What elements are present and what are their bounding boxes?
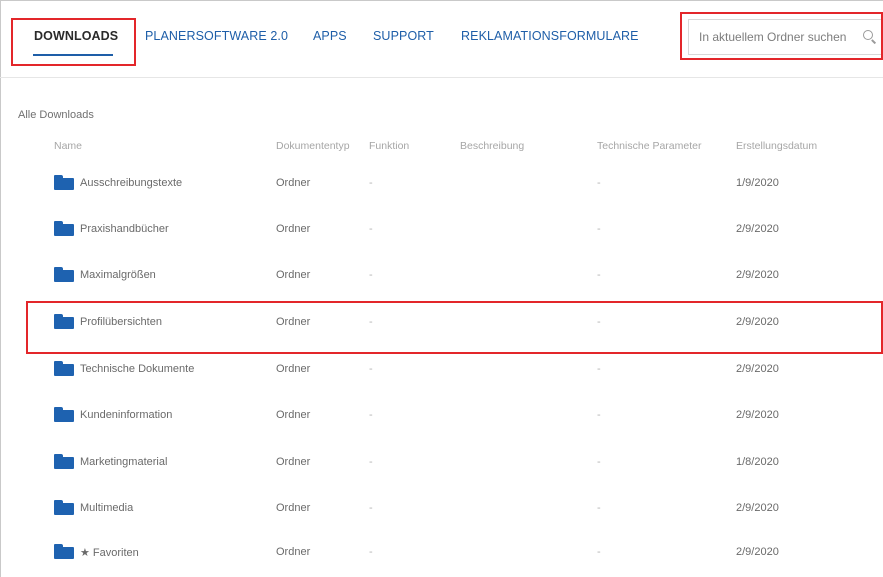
row-name[interactable]: ★ Favoriten — [80, 546, 139, 559]
column-header-description[interactable]: Beschreibung — [460, 140, 524, 152]
row-function: - — [369, 456, 373, 468]
table-row[interactable]: Ausschreibungstexte Ordner - - 1/9/2020 — [0, 161, 883, 207]
row-name[interactable]: Praxishandbücher — [80, 223, 169, 235]
table-row[interactable]: Marketingmaterial Ordner - - 1/8/2020 — [0, 440, 883, 486]
row-function: - — [369, 502, 373, 514]
folder-icon — [54, 454, 74, 469]
row-function: - — [369, 177, 373, 189]
row-name[interactable]: Profilübersichten — [80, 316, 162, 328]
table-row[interactable]: Multimedia Ordner - - 2/9/2020 — [0, 486, 883, 532]
row-technical-parameters: - — [597, 546, 601, 558]
row-date: 2/9/2020 — [736, 502, 779, 514]
row-technical-parameters: - — [597, 363, 601, 375]
row-type: Ordner — [276, 269, 311, 281]
column-header-created-date[interactable]: Erstellungsdatum — [736, 140, 817, 152]
row-name[interactable]: Kundeninformation — [80, 409, 172, 421]
row-date: 1/8/2020 — [736, 456, 779, 468]
column-header-type[interactable]: Dokumententyp — [276, 140, 350, 152]
row-function: - — [369, 223, 373, 235]
table-row[interactable]: Technische Dokumente Ordner - - 2/9/2020 — [0, 347, 883, 393]
row-function: - — [369, 409, 373, 421]
row-type: Ordner — [276, 456, 311, 468]
row-date: 2/9/2020 — [736, 269, 779, 281]
folder-icon — [54, 175, 74, 190]
row-function: - — [369, 316, 373, 328]
table-header: Name Dokumententyp Funktion Beschreibung… — [0, 135, 883, 157]
folder-icon — [54, 407, 74, 422]
row-name[interactable]: Technische Dokumente — [80, 363, 194, 375]
row-date: 1/9/2020 — [736, 177, 779, 189]
row-technical-parameters: - — [597, 316, 601, 328]
row-date: 2/9/2020 — [736, 546, 779, 558]
row-date: 2/9/2020 — [736, 316, 779, 328]
row-type: Ordner — [276, 316, 311, 328]
table-row[interactable]: Maximalgrößen Ordner - - 2/9/2020 — [0, 253, 883, 299]
folder-icon — [54, 544, 74, 559]
row-function: - — [369, 269, 373, 281]
nav-divider — [0, 77, 883, 78]
tab-planersoftware[interactable]: PLANERSOFTWARE 2.0 — [145, 29, 288, 43]
folder-icon — [54, 361, 74, 376]
row-type: Ordner — [276, 502, 311, 514]
row-type: Ordner — [276, 223, 311, 235]
row-date: 2/9/2020 — [736, 223, 779, 235]
row-technical-parameters: - — [597, 177, 601, 189]
column-header-function[interactable]: Funktion — [369, 140, 409, 152]
row-name[interactable]: Marketingmaterial — [80, 456, 167, 468]
row-function: - — [369, 546, 373, 558]
row-type: Ordner — [276, 409, 311, 421]
row-name[interactable]: Ausschreibungstexte — [80, 177, 182, 189]
table-row[interactable]: ★ Favoriten Ordner - - 2/9/2020 — [0, 530, 883, 576]
row-name[interactable]: Multimedia — [80, 502, 133, 514]
row-type: Ordner — [276, 177, 311, 189]
folder-icon — [54, 500, 74, 515]
table-row[interactable]: Kundeninformation Ordner - - 2/9/2020 — [0, 393, 883, 439]
row-name[interactable]: Maximalgrößen — [80, 269, 156, 281]
row-technical-parameters: - — [597, 502, 601, 514]
folder-icon — [54, 267, 74, 282]
row-technical-parameters: - — [597, 409, 601, 421]
table-row[interactable]: Profilübersichten Ordner - - 2/9/2020 — [0, 300, 883, 346]
row-date: 2/9/2020 — [736, 363, 779, 375]
row-technical-parameters: - — [597, 456, 601, 468]
tab-support[interactable]: SUPPORT — [373, 29, 434, 43]
row-type: Ordner — [276, 546, 311, 558]
highlight-downloads-tab — [11, 18, 136, 66]
folder-icon — [54, 314, 74, 329]
breadcrumb[interactable]: Alle Downloads — [18, 109, 94, 121]
table-row[interactable]: Praxishandbücher Ordner - - 2/9/2020 — [0, 207, 883, 253]
folder-icon — [54, 221, 74, 236]
row-technical-parameters: - — [597, 269, 601, 281]
row-function: - — [369, 363, 373, 375]
highlight-search-box — [680, 12, 883, 60]
row-date: 2/9/2020 — [736, 409, 779, 421]
column-header-technical-parameters[interactable]: Technische Parameter — [597, 140, 701, 152]
column-header-name[interactable]: Name — [54, 140, 82, 152]
row-type: Ordner — [276, 363, 311, 375]
row-technical-parameters: - — [597, 223, 601, 235]
tab-apps[interactable]: APPS — [313, 29, 347, 43]
tab-reklamationsformulare[interactable]: REKLAMATIONSFORMULARE — [461, 29, 639, 43]
